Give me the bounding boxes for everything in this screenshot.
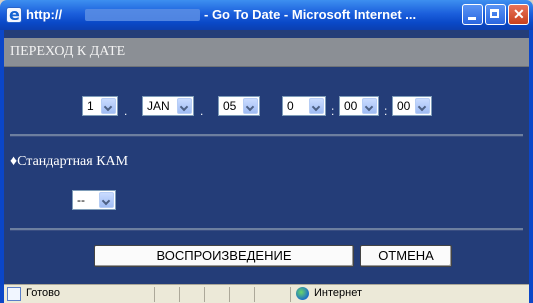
status-divider <box>229 287 230 302</box>
date-separator: . <box>124 104 128 118</box>
chevron-down-icon <box>101 98 116 114</box>
redacted-url <box>85 9 200 21</box>
camera-value: -- <box>77 193 85 207</box>
divider <box>10 228 523 231</box>
date-separator: . <box>200 104 204 118</box>
minimize-button[interactable] <box>462 4 483 25</box>
status-divider <box>290 287 291 302</box>
chevron-down-icon <box>243 98 258 114</box>
globe-icon <box>296 287 309 300</box>
status-text: Готово <box>26 287 60 299</box>
second-value: 00 <box>397 99 411 113</box>
ie-icon <box>6 5 22 24</box>
status-divider <box>179 287 180 302</box>
title-bar: http:// - Go To Date - Microsoft Interne… <box>0 0 533 30</box>
title-url-prefix: http:// <box>26 7 63 22</box>
zone-text: Интернет <box>314 287 362 299</box>
second-select[interactable]: 00 <box>392 96 432 116</box>
chevron-down-icon <box>177 98 192 114</box>
month-select[interactable]: JAN <box>142 96 194 116</box>
time-separator: : <box>384 104 388 118</box>
chevron-down-icon <box>309 98 324 114</box>
dialog-title: ПЕРЕХОД К ДАТЕ <box>10 44 126 59</box>
play-button[interactable]: ВОСПРОИЗВЕДЕНИЕ <box>94 245 354 267</box>
day-select[interactable]: 1 <box>82 96 118 116</box>
chevron-down-icon <box>99 192 114 208</box>
camera-label: ♦Стандартная КАМ <box>10 154 129 169</box>
window-title: - Go To Date - Microsoft Internet ... <box>204 7 417 22</box>
month-value: JAN <box>147 99 170 113</box>
year-value: 05 <box>223 99 237 113</box>
year-select[interactable]: 05 <box>218 96 260 116</box>
page-icon <box>7 287 21 301</box>
maximize-button[interactable] <box>485 4 506 25</box>
status-divider <box>254 287 255 302</box>
chevron-down-icon <box>415 98 430 114</box>
time-separator: : <box>331 104 335 118</box>
dialog-header: ПЕРЕХОД К ДАТЕ <box>4 38 529 67</box>
close-button[interactable] <box>508 4 529 25</box>
day-value: 1 <box>87 99 94 113</box>
chevron-down-icon <box>362 98 377 114</box>
status-divider <box>154 287 155 302</box>
camera-select[interactable]: -- <box>72 190 116 210</box>
minute-select[interactable]: 00 <box>339 96 379 116</box>
divider <box>10 134 523 137</box>
cancel-button[interactable]: ОТМЕНА <box>360 245 452 267</box>
hour-value: 0 <box>287 99 294 113</box>
dialog-content: ПЕРЕХОД К ДАТЕ 1 . JAN . 05 0 : 00 : 00 … <box>4 30 529 284</box>
status-bar: Готово Интернет <box>4 284 529 303</box>
hour-select[interactable]: 0 <box>282 96 326 116</box>
status-divider <box>204 287 205 302</box>
minute-value: 00 <box>344 99 358 113</box>
